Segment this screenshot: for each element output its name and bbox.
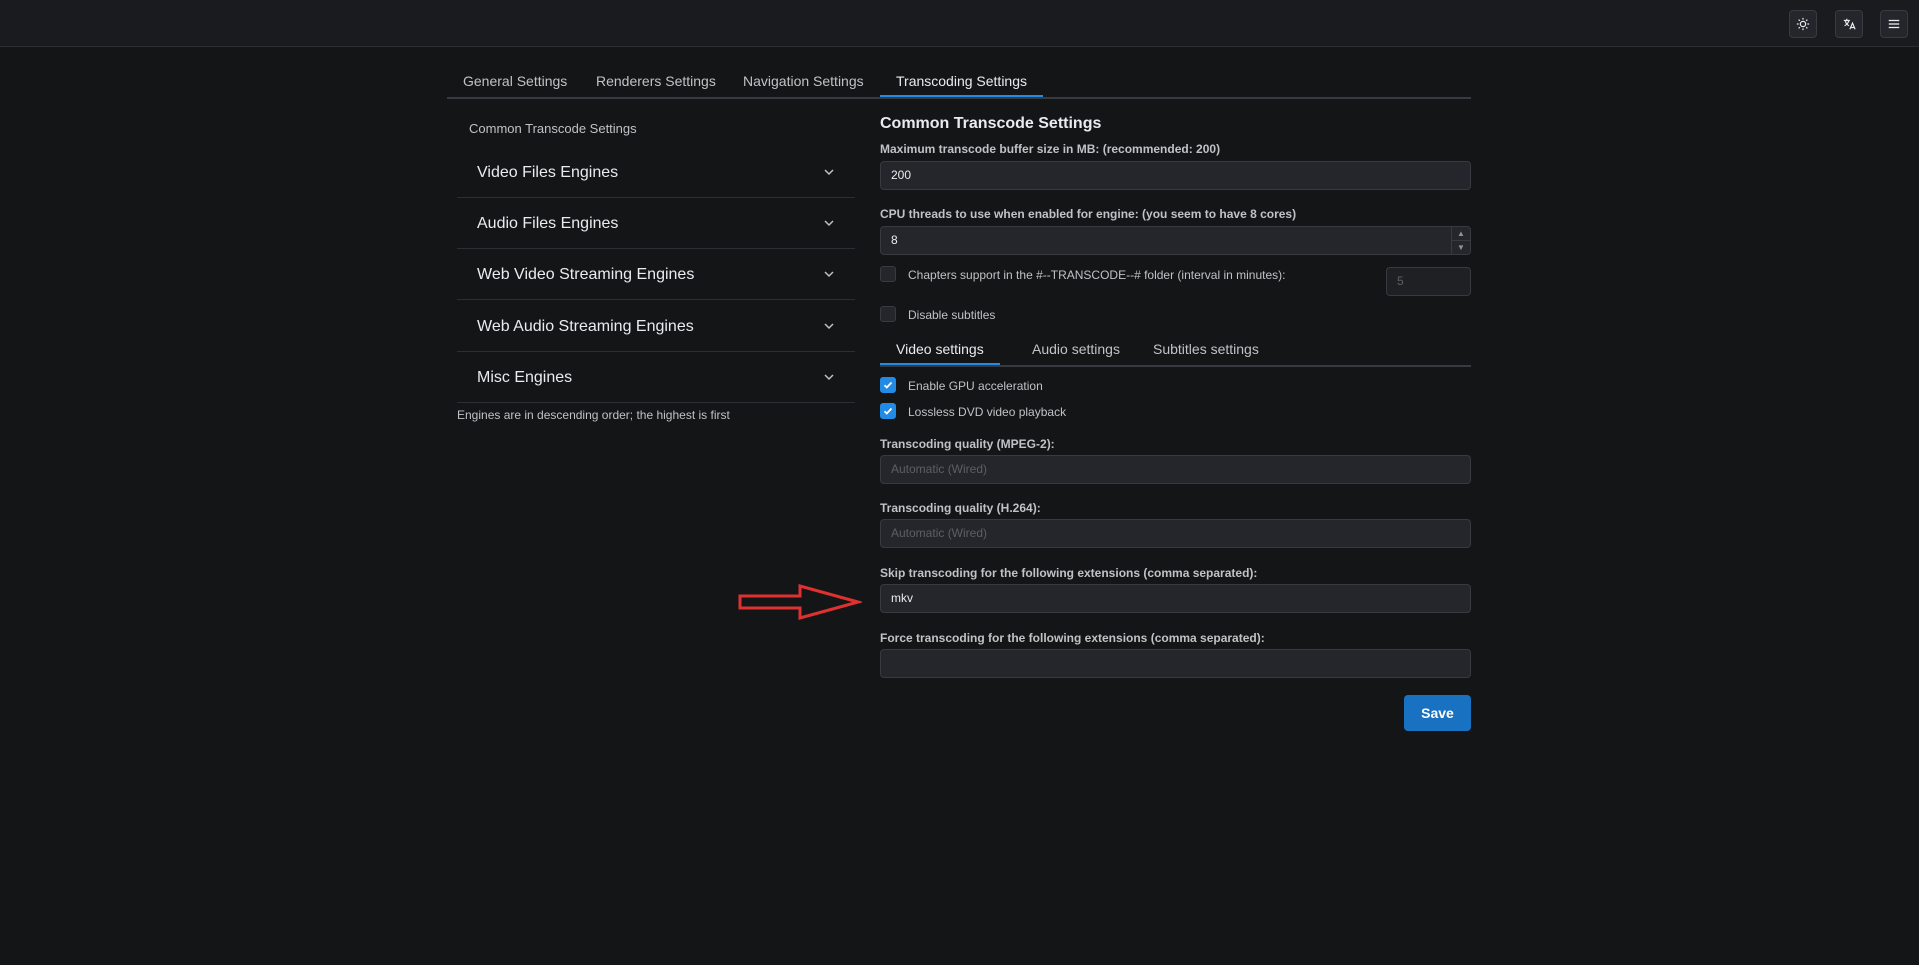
tab-transcoding-settings[interactable]: Transcoding Settings [880,67,1043,97]
accordion-label: Video Files Engines [477,164,619,181]
transcode-subtabs: Video settings Audio settings Subtitles … [880,334,1471,367]
chapters-support-label: Chapters support in the #--TRANSCODE--# … [908,268,1286,282]
accordion-web-audio-streaming-engines[interactable]: Web Audio Streaming Engines [457,301,855,352]
left-panel-header[interactable]: Common Transcode Settings [469,121,637,136]
accordion-label: Audio Files Engines [477,215,619,232]
tab-navigation-settings[interactable]: Navigation Settings [727,67,880,97]
lossless-dvd-checkbox[interactable] [880,403,896,419]
tab-subtitles-settings[interactable]: Subtitles settings [1137,334,1275,365]
menu-icon [1888,19,1900,29]
gpu-acceleration-checkbox[interactable] [880,377,896,393]
settings-tabs: General Settings Renderers Settings Navi… [447,67,1471,99]
check-icon [883,381,893,389]
tab-renderers-settings[interactable]: Renderers Settings [580,67,732,97]
accordion-misc-engines[interactable]: Misc Engines [457,352,855,403]
mpeg2-quality-select[interactable]: Automatic (Wired) [880,455,1471,484]
mpeg2-quality-label: Transcoding quality (MPEG-2): [880,437,1055,451]
top-bar [0,0,1919,47]
disable-subtitles-label: Disable subtitles [908,308,996,322]
accordion-web-video-streaming-engines[interactable]: Web Video Streaming Engines [457,249,855,300]
chapters-support-checkbox[interactable] [880,266,896,282]
chevron-up-icon[interactable]: ▲ [1452,227,1470,241]
chevron-down-icon [824,374,834,381]
chapters-interval-input[interactable]: 5 [1386,267,1471,296]
h264-quality-select[interactable]: Automatic (Wired) [880,519,1471,548]
chevron-down-icon [824,220,834,227]
skip-transcoding-input[interactable]: mkv [880,584,1471,613]
language-button[interactable] [1835,10,1863,38]
accordion-label: Misc Engines [477,369,573,386]
disable-subtitles-checkbox[interactable] [880,306,896,322]
force-transcoding-input[interactable] [880,649,1471,678]
gpu-acceleration-label: Enable GPU acceleration [908,379,1043,393]
lossless-dvd-label: Lossless DVD video playback [908,405,1067,419]
accordion-audio-files-engines[interactable]: Audio Files Engines [457,198,855,249]
sun-icon [1796,17,1810,31]
cpu-threads-label: CPU threads to use when enabled for engi… [880,207,1297,221]
buffer-size-label: Maximum transcode buffer size in MB: (re… [880,142,1221,156]
tab-video-settings[interactable]: Video settings [880,334,1000,365]
menu-button[interactable] [1880,10,1908,38]
check-icon [883,407,893,415]
accordion-video-files-engines[interactable]: Video Files Engines [457,147,855,198]
buffer-size-input[interactable]: 200 [880,161,1471,190]
skip-transcoding-label: Skip transcoding for the following exten… [880,566,1258,580]
chevron-down-icon [824,271,834,278]
language-icon [1843,18,1856,30]
save-button[interactable]: Save [1404,695,1471,731]
h264-quality-label: Transcoding quality (H.264): [880,501,1041,515]
number-stepper[interactable]: ▲ ▼ [1451,227,1470,254]
chevron-down-icon[interactable]: ▼ [1452,241,1470,254]
cpu-threads-value: 8 [891,233,898,247]
theme-toggle-button[interactable] [1789,10,1817,38]
engines-order-note: Engines are in descending order; the hig… [457,408,730,422]
accordion-label: Web Audio Streaming Engines [477,318,694,335]
annotation-arrow [738,584,862,620]
force-transcoding-label: Force transcoding for the following exte… [880,631,1265,645]
accordion-label: Web Video Streaming Engines [477,266,695,283]
cpu-threads-input[interactable]: 8 ▲ ▼ [880,226,1471,255]
tab-general-settings[interactable]: General Settings [447,67,583,97]
section-title: Common Transcode Settings [880,115,1102,132]
chevron-down-icon [824,323,834,330]
chevron-down-icon [824,169,834,176]
tab-audio-settings[interactable]: Audio settings [1016,334,1136,365]
